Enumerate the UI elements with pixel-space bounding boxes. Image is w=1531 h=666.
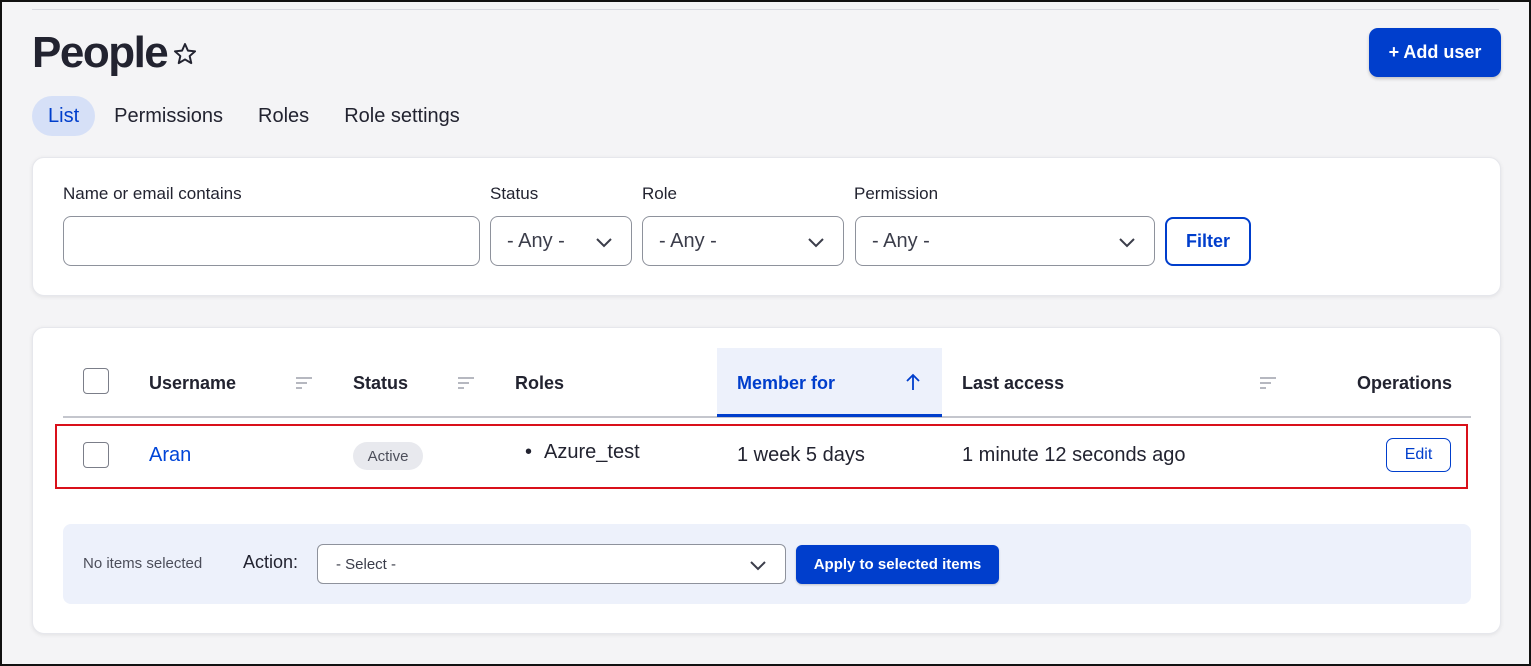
sort-icon[interactable] bbox=[1259, 376, 1277, 390]
role-select[interactable]: - Any - bbox=[642, 216, 844, 266]
status-filter-label: Status bbox=[490, 184, 539, 203]
tabs: List Permissions Roles Role settings bbox=[32, 96, 479, 136]
action-label: Action: bbox=[243, 552, 299, 572]
add-user-button[interactable]: + Add user bbox=[1369, 28, 1501, 77]
selection-count: No items selected bbox=[83, 555, 203, 572]
select-all-checkbox[interactable] bbox=[83, 368, 109, 394]
users-table: Username Status Roles Member for Last ac… bbox=[32, 327, 1501, 634]
permission-select-value: - Any - bbox=[872, 229, 930, 252]
username-link[interactable]: Aran bbox=[149, 444, 191, 467]
chevron-down-icon bbox=[596, 238, 612, 248]
last-access-value: 1 minute 12 seconds ago bbox=[962, 444, 1186, 466]
bullet-icon: • bbox=[525, 441, 533, 463]
action-select-value: - Select - bbox=[336, 555, 397, 573]
star-icon[interactable] bbox=[172, 41, 198, 67]
status-select-value: - Any - bbox=[507, 229, 565, 252]
column-username[interactable]: Username bbox=[149, 348, 236, 418]
permission-filter-label: Permission bbox=[854, 184, 939, 203]
sort-icon[interactable] bbox=[457, 376, 475, 390]
tab-role-settings[interactable]: Role settings bbox=[328, 96, 476, 136]
status-badge: Active bbox=[353, 442, 423, 470]
bulk-actions-bar: No items selected Action: - Select - App… bbox=[63, 524, 1471, 604]
tab-permissions[interactable]: Permissions bbox=[98, 96, 239, 136]
name-email-input[interactable] bbox=[63, 216, 480, 266]
sort-icon[interactable] bbox=[295, 376, 313, 390]
tab-roles[interactable]: Roles bbox=[242, 96, 325, 136]
action-select[interactable]: - Select - bbox=[317, 544, 786, 584]
name-filter-label: Name or email contains bbox=[63, 184, 242, 203]
role-list-item: • Azure_test bbox=[525, 441, 640, 464]
tab-list[interactable]: List bbox=[32, 96, 96, 136]
filter-panel: Name or email contains Status - Any - Ro… bbox=[32, 157, 1501, 296]
role-filter-label: Role bbox=[642, 184, 677, 203]
permission-select[interactable]: - Any - bbox=[855, 216, 1155, 266]
row-checkbox[interactable] bbox=[83, 442, 109, 468]
apply-button[interactable]: Apply to selected items bbox=[796, 545, 999, 584]
top-divider bbox=[32, 9, 1499, 10]
role-value: Azure_test bbox=[544, 441, 640, 463]
chevron-down-icon bbox=[808, 238, 824, 248]
status-select[interactable]: - Any - bbox=[490, 216, 632, 266]
edit-button[interactable]: Edit bbox=[1386, 438, 1451, 472]
page-title: People bbox=[32, 28, 169, 77]
column-member-for-label: Member for bbox=[737, 372, 836, 393]
chevron-down-icon bbox=[750, 561, 766, 571]
chevron-down-icon bbox=[1119, 238, 1135, 248]
arrow-up-icon bbox=[906, 373, 920, 390]
column-roles: Roles bbox=[515, 372, 565, 393]
column-last-access[interactable]: Last access bbox=[962, 348, 1064, 418]
column-status[interactable]: Status bbox=[353, 348, 408, 418]
filter-button[interactable]: Filter bbox=[1165, 217, 1251, 266]
sorted-column-indicator bbox=[717, 414, 942, 417]
column-operations: Operations bbox=[1357, 372, 1453, 393]
member-for-value: 1 week 5 days bbox=[737, 444, 865, 466]
role-select-value: - Any - bbox=[659, 229, 717, 252]
